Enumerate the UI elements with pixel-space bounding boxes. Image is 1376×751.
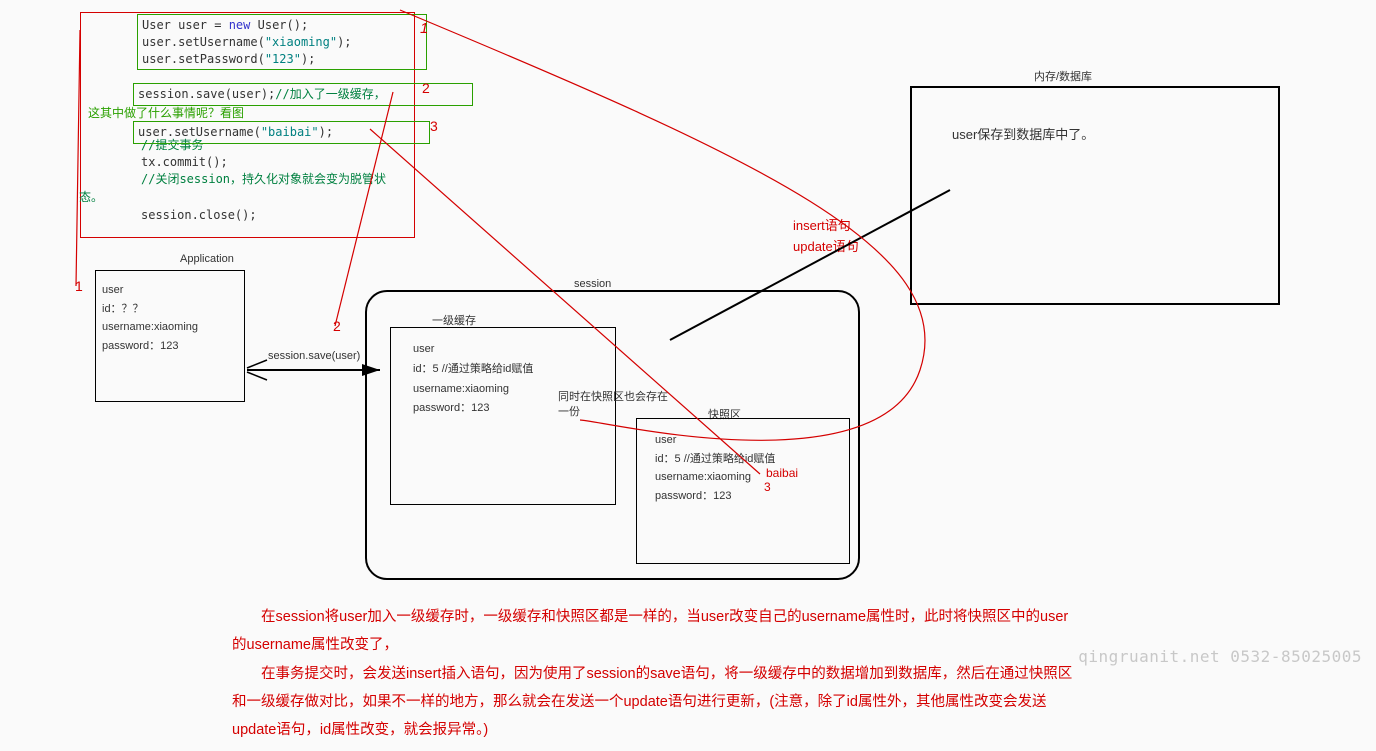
field: password：123 xyxy=(102,337,198,356)
app-fields: user id：？？ username:xiaoming password：12… xyxy=(102,281,198,356)
session-title: session xyxy=(574,278,611,290)
sql-insert: insert语句 xyxy=(793,216,859,237)
field: username:xiaoming xyxy=(413,380,533,400)
db-title: 内存/数据库 xyxy=(1034,68,1092,84)
string: "123" xyxy=(265,52,301,66)
code-text: User user = xyxy=(142,18,229,32)
green-note: 这其中做了什么事情呢？看图 xyxy=(88,104,244,121)
save-text: session.save(user) xyxy=(268,350,360,362)
mid-note: 同时在快照区也会存在一份 xyxy=(558,390,678,421)
field: user xyxy=(102,281,198,300)
comment-wrap: 态。 xyxy=(79,189,103,206)
label-3: 3 xyxy=(430,118,438,134)
label-2b: 2 xyxy=(333,318,341,334)
code-text: ); xyxy=(301,52,315,66)
para2c: update语句，id属性改变，就会报异常。) xyxy=(232,716,1217,744)
cache-fields: user id：5 //通过策略给id赋值 username:xiaoming … xyxy=(413,340,533,419)
code-text: session.save(user); xyxy=(138,87,275,101)
string: "xiaoming" xyxy=(265,35,337,49)
field: password：123 xyxy=(655,487,775,506)
kw-new: new xyxy=(229,18,251,32)
code-text: ); xyxy=(319,125,333,139)
label-2: 2 xyxy=(422,80,430,96)
code-text: session.close(); xyxy=(81,207,414,224)
para1a: 在session将user加入一级缓存时，一级缓存和快照区都是一样的，当user… xyxy=(232,603,1217,631)
code-text: user.setUsername( xyxy=(142,35,265,49)
para2a: 在事务提交时，会发送insert插入语句，因为使用了session的save语句… xyxy=(232,660,1217,688)
sql-text: insert语句 update语句 xyxy=(793,216,859,258)
snapshot-fields: user id：5 //通过策略给id赋值 username:xiaoming … xyxy=(655,431,775,506)
db-box: user保存到数据库中了。 xyxy=(910,86,1280,305)
field: username:xiaoming xyxy=(102,318,198,337)
cache-title: 一级缓存 xyxy=(432,312,476,328)
sql-update: update语句 xyxy=(793,237,859,258)
snippet-3: user.setUsername("baibai"); xyxy=(133,121,430,144)
label-1b: 1 xyxy=(75,278,83,294)
snippet-1: User user = new User(); user.setUsername… xyxy=(137,14,427,70)
app-box: user id：？？ username:xiaoming password：12… xyxy=(95,270,245,402)
comment: //加入了一级缓存， xyxy=(275,87,385,101)
snapshot-box: user id：5 //通过策略给id赋值 username:xiaoming … xyxy=(636,418,850,564)
field: id：？？ xyxy=(102,300,198,319)
code-text: user.setUsername( xyxy=(138,125,261,139)
para1b: 的username属性改变了， xyxy=(232,631,1217,659)
bottom-explanation: 在session将user加入一级缓存时，一级缓存和快照区都是一样的，当user… xyxy=(232,603,1217,744)
watermark: qingruanit.net 0532-85025005 xyxy=(1078,647,1362,666)
field: username:xiaoming xyxy=(655,468,775,487)
field: id：5 //通过策略给id赋值 xyxy=(655,450,775,469)
app-title: Application xyxy=(180,253,234,265)
string: "baibai" xyxy=(261,125,319,139)
para2b: 和一级缓存做对比，如果不一样的地方，那么就会在发送一个update语句进行更新，… xyxy=(232,688,1217,716)
comment: //关闭session，持久化对象就会变为脱管状 xyxy=(81,171,414,188)
label-1: 1 xyxy=(420,20,428,37)
field: user xyxy=(413,340,533,360)
code-text: user.setPassword( xyxy=(142,52,265,66)
field: user xyxy=(655,431,775,450)
code-text: ); xyxy=(337,35,351,49)
code-text: tx.commit(); xyxy=(81,154,414,171)
field: id：5 //通过策略给id赋值 xyxy=(413,360,533,380)
field: password：123 xyxy=(413,399,533,419)
code-text: User(); xyxy=(250,18,308,32)
code-block: User user = new User(); user.setUsername… xyxy=(80,12,415,238)
db-text: user保存到数据库中了。 xyxy=(952,124,1094,143)
